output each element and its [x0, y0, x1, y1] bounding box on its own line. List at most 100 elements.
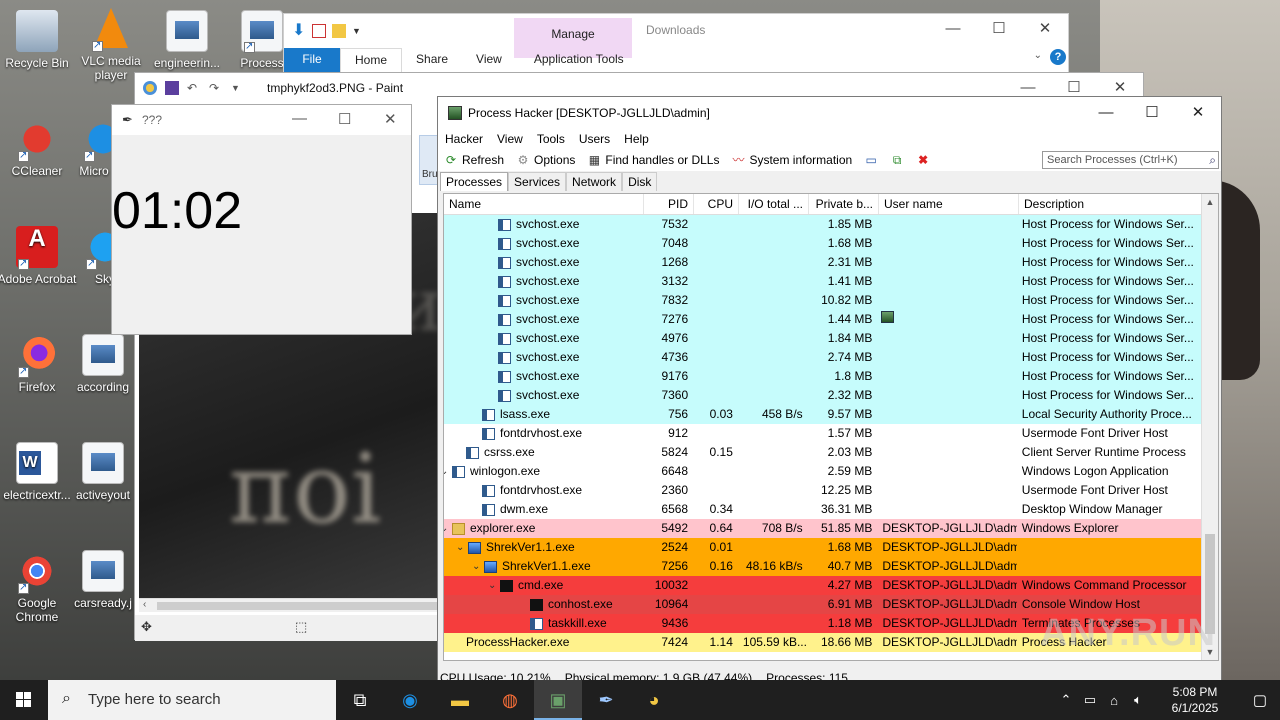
- tab-share[interactable]: Share: [402, 48, 462, 74]
- table-row[interactable]: dwm.exe 6568 0.34 36.31 MB Desktop Window Ma…: [444, 500, 1201, 519]
- table-row[interactable]: fontdrvhost.exe 912 1.57 MB Usermode Font D…: [444, 424, 1201, 443]
- chevron-down-icon[interactable]: ⌄: [1034, 50, 1042, 61]
- menu-view[interactable]: View: [490, 129, 530, 149]
- column-private-bytes[interactable]: Private b...: [809, 194, 879, 214]
- expand-chevron-icon[interactable]: ⌄: [472, 557, 484, 576]
- table-row[interactable]: svchost.exe 4736 2.74 MB Host Process for W…: [444, 348, 1201, 367]
- minimize-button[interactable]: —: [930, 14, 976, 44]
- qat-dropdown-icon[interactable]: ▼: [352, 24, 366, 38]
- tab-home[interactable]: Home: [340, 48, 403, 74]
- edge-icon[interactable]: ◉: [386, 680, 434, 720]
- desktop-icon-chrome[interactable]: Google Chrome: [0, 550, 77, 624]
- search-input[interactable]: Search Processes (Ctrl+K) ⌕: [1042, 151, 1219, 169]
- tab-application-tools[interactable]: Application Tools: [520, 48, 638, 74]
- table-row[interactable]: lsass.exe 756 0.03 458 B/s 9.57 MB Local Secu…: [444, 405, 1201, 424]
- table-row[interactable]: ⌄ winlogon.exe 6648 2.59 MB Windows Logon Ap…: [444, 462, 1201, 481]
- find-window-button[interactable]: ⧉: [884, 153, 910, 167]
- expand-chevron-icon[interactable]: ⌄: [444, 519, 452, 538]
- menu-users[interactable]: Users: [572, 129, 617, 149]
- desktop-icon-activeyout[interactable]: activeyout: [72, 442, 134, 502]
- desktop-icon-engineering[interactable]: engineerin...: [147, 10, 227, 70]
- tab-services[interactable]: Services: [508, 172, 567, 191]
- table-row[interactable]: svchost.exe 1268 2.31 MB Host Process for W…: [444, 253, 1201, 272]
- tab-disk[interactable]: Disk: [622, 172, 658, 191]
- help-icon[interactable]: ?: [1050, 49, 1066, 65]
- table-row[interactable]: fontdrvhost.exe 2360 12.25 MB Usermode Font…: [444, 481, 1201, 500]
- folder-icon[interactable]: [332, 24, 346, 38]
- close-button[interactable]: ✕: [384, 110, 397, 128]
- find-handles-button[interactable]: ▦ Find handles or DLLs: [581, 153, 725, 167]
- expand-chevron-icon[interactable]: ⌄: [444, 462, 452, 481]
- table-row[interactable]: svchost.exe 7276 1.44 MB Host Process for W…: [444, 310, 1201, 329]
- tab-file[interactable]: File: [284, 48, 340, 74]
- table-row[interactable]: svchost.exe 7048 1.68 MB Host Process for W…: [444, 234, 1201, 253]
- table-row[interactable]: svchost.exe 4976 1.84 MB Host Process for W…: [444, 329, 1201, 348]
- column-description[interactable]: Description: [1019, 194, 1204, 214]
- table-row[interactable]: ⌄ explorer.exe 5492 0.64 708 B/s 51.85 MB DESK…: [444, 519, 1201, 538]
- start-button[interactable]: [0, 680, 48, 720]
- chevron-up-icon[interactable]: ⌃: [1054, 692, 1078, 708]
- file-explorer-icon[interactable]: ▬: [436, 680, 484, 720]
- paint-icon[interactable]: ◕: [630, 680, 678, 720]
- tab-processes[interactable]: Processes: [440, 172, 509, 191]
- down-arrow-icon[interactable]: ⬇: [292, 23, 306, 39]
- table-row[interactable]: svchost.exe 7360 2.32 MB Host Process for W…: [444, 386, 1201, 405]
- firefox-icon[interactable]: ◍: [486, 680, 534, 720]
- qat-dropdown-icon[interactable]: ▼: [231, 81, 245, 95]
- desktop-icon-electricextr[interactable]: electricextr...: [0, 442, 77, 502]
- table-row[interactable]: svchost.exe 9176 1.8 MB Host Process for Wi…: [444, 367, 1201, 386]
- column-cpu[interactable]: CPU: [694, 194, 739, 214]
- menu-tools[interactable]: Tools: [530, 129, 572, 149]
- minimize-button[interactable]: —: [292, 110, 307, 127]
- task-view-icon[interactable]: ⧉: [336, 680, 384, 720]
- tab-network[interactable]: Network: [566, 172, 623, 191]
- redo-icon[interactable]: ↷: [209, 81, 223, 95]
- battery-icon[interactable]: ▭: [1078, 692, 1102, 708]
- minimize-button[interactable]: —: [1083, 97, 1129, 129]
- maximize-button[interactable]: ☐: [976, 14, 1022, 44]
- options-button[interactable]: ⚙ Options: [510, 153, 581, 167]
- column-io-total[interactable]: I/O total ...: [739, 194, 809, 214]
- clock[interactable]: 5:08 PM 6/1/2025: [1150, 684, 1240, 716]
- taskbar-search[interactable]: ⌕ Type here to search: [48, 680, 336, 720]
- desktop-icon-acrobat[interactable]: Adobe Acrobat: [0, 226, 77, 286]
- column-name[interactable]: Name: [444, 194, 644, 214]
- menu-hacker[interactable]: Hacker: [438, 129, 490, 149]
- tab-view[interactable]: View: [462, 48, 516, 74]
- scroll-up-icon[interactable]: ▲: [1202, 194, 1218, 210]
- process-hacker-icon[interactable]: ▣: [534, 680, 582, 720]
- table-row[interactable]: svchost.exe 7832 10.82 MB Host Process for …: [444, 291, 1201, 310]
- desktop-icon-according[interactable]: according: [72, 334, 134, 394]
- maximize-button[interactable]: ☐: [1129, 97, 1175, 129]
- expand-chevron-icon[interactable]: ⌄: [456, 538, 468, 557]
- feather-icon[interactable]: ✒: [582, 680, 630, 720]
- table-row[interactable]: ⌄ ShrekVer1.1.exe 7256 0.16 48.16 kB/s 40.7 M…: [444, 557, 1201, 576]
- scroll-left-icon[interactable]: ‹: [143, 599, 146, 610]
- notification-icon[interactable]: ▢: [1240, 691, 1280, 709]
- desktop-icon-ccleaner[interactable]: CCleaner: [0, 118, 77, 178]
- table-row[interactable]: ⌄ cmd.exe 10032 4.27 MB DESKTOP-JGLLJLD\admi…: [444, 576, 1201, 595]
- desktop-icon-recycle-bin[interactable]: Recycle Bin: [0, 10, 77, 70]
- properties-icon[interactable]: [312, 24, 326, 38]
- table-row[interactable]: ⌄ ShrekVer1.1.exe 2524 0.01 1.68 MB DESKTOP-J…: [444, 538, 1201, 557]
- maximize-button[interactable]: ☐: [338, 110, 351, 128]
- window-button[interactable]: ▭: [858, 153, 884, 167]
- table-row[interactable]: csrss.exe 5824 0.15 2.03 MB Client Server Ru…: [444, 443, 1201, 462]
- network-icon[interactable]: ⌂: [1102, 693, 1126, 708]
- expand-chevron-icon[interactable]: ⌄: [488, 576, 500, 595]
- close-button[interactable]: ✕: [1175, 97, 1221, 129]
- refresh-button[interactable]: ⟳ Refresh: [438, 153, 510, 167]
- terminate-button[interactable]: ✖: [910, 153, 936, 167]
- desktop-icon-vlc[interactable]: VLC media player: [71, 8, 151, 82]
- volume-icon[interactable]: 🔈︎: [1126, 692, 1150, 708]
- horizontal-scrollbar[interactable]: ‹: [139, 598, 439, 612]
- column-pid[interactable]: PID: [644, 194, 694, 214]
- desktop-icon-carsready[interactable]: carsready.j: [72, 550, 134, 610]
- vertical-scrollbar[interactable]: ▲ ▼: [1201, 194, 1218, 660]
- system-information-button[interactable]: 〰 System information: [725, 153, 858, 167]
- menu-help[interactable]: Help: [617, 129, 656, 149]
- undo-icon[interactable]: ↶: [187, 81, 201, 95]
- column-user-name[interactable]: User name: [879, 194, 1019, 214]
- table-row[interactable]: svchost.exe 7532 1.85 MB Host Process for W…: [444, 215, 1201, 234]
- scrollbar-thumb[interactable]: [157, 602, 437, 610]
